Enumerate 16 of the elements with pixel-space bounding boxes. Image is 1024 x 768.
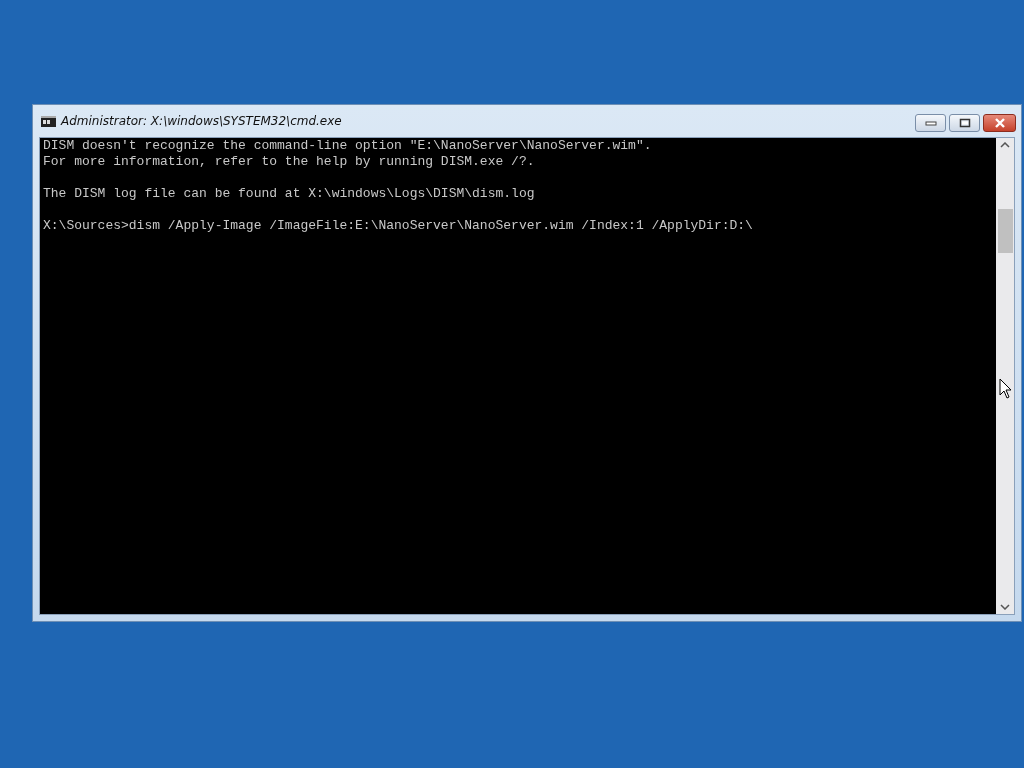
maximize-button[interactable] <box>949 114 980 132</box>
mouse-pointer-icon <box>999 378 1012 399</box>
console-line: The DISM log file can be found at X:\windows\Logs\DISM\dism.log <box>43 186 536 202</box>
scrollbar[interactable] <box>996 138 1014 614</box>
console-icon <box>41 115 56 127</box>
console-line: For more information, refer to the help by running DISM.exe /?. <box>43 154 536 170</box>
minimize-icon <box>924 120 937 126</box>
window-title: Administrator: X:\windows\SYSTEM32\cmd.exe <box>61 114 342 128</box>
maximize-icon <box>958 118 971 128</box>
console-line: X:\Sources>dism /Apply-Image /ImageFile:E:\NanoServer\NanoServer.wim /Index:1 /ApplyDir:D:\ <box>43 218 754 234</box>
close-icon <box>992 118 1007 128</box>
scroll-down-icon[interactable] <box>1000 604 1010 610</box>
scroll-up-icon[interactable] <box>1000 142 1010 148</box>
close-button[interactable] <box>983 114 1016 132</box>
console-line: DISM doesn't recognize the command-line option "E:\NanoServer\NanoServer.wim". <box>43 138 653 154</box>
scrollbar-thumb[interactable] <box>997 209 1013 253</box>
